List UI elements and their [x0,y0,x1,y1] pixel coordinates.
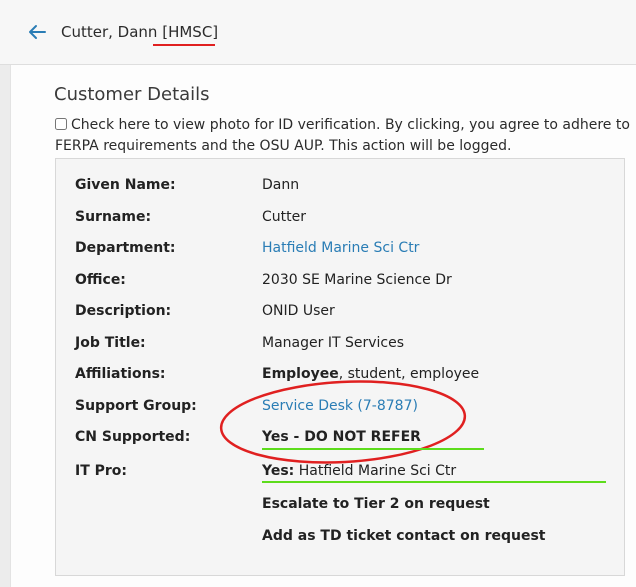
it-pro-ticket-contact: Add as TD ticket contact on request [262,528,546,544]
it-pro-label: IT Pro: [75,463,128,479]
affiliations-value: Employee, student, employee [262,366,479,382]
it-pro-value: Yes: Hatfield Marine Sci Ctr [262,463,456,479]
page-title: Cutter, Dann [HMSC] [61,23,218,41]
support-group-link[interactable]: Service Desk (7-8787) [262,398,418,414]
office-label: Office: [75,272,126,288]
given-name-label: Given Name: [75,177,176,193]
surname-label: Surname: [75,209,152,225]
job-title-value: Manager IT Services [262,335,404,351]
department-tag: [HMSC] [162,23,219,41]
affiliation-primary: Employee [262,366,339,382]
description-value: ONID User [262,303,335,319]
affiliation-rest: , student, employee [338,366,480,382]
support-group-label: Support Group: [75,398,197,414]
photo-consent: Check here to view photo for ID verifica… [55,115,630,157]
job-title-label: Job Title: [75,335,146,351]
description-label: Description: [75,303,172,319]
it-pro-dept: Hatfield Marine Sci Ctr [294,463,457,479]
it-pro-escalate: Escalate to Tier 2 on request [262,496,490,512]
office-value: 2030 SE Marine Science Dr [262,272,452,288]
photo-consent-checkbox[interactable] [55,118,67,130]
cn-supported-label: CN Supported: [75,429,191,445]
department-label: Department: [75,240,176,256]
surname-value: Cutter [262,209,306,225]
affiliations-label: Affiliations: [75,366,166,382]
photo-consent-text: Check here to view photo for ID verifica… [55,117,630,154]
tag-annotation-underline [153,44,215,46]
cn-supported-value: Yes - DO NOT REFER [262,429,421,445]
given-name-value: Dann [262,177,300,193]
back-arrow-icon[interactable] [25,20,49,44]
section-title: Customer Details [54,84,210,105]
it-pro-yes: Yes: [262,463,295,479]
customer-name: Cutter, Dann [61,23,158,41]
department-link[interactable]: Hatfield Marine Sci Ctr [262,240,419,256]
